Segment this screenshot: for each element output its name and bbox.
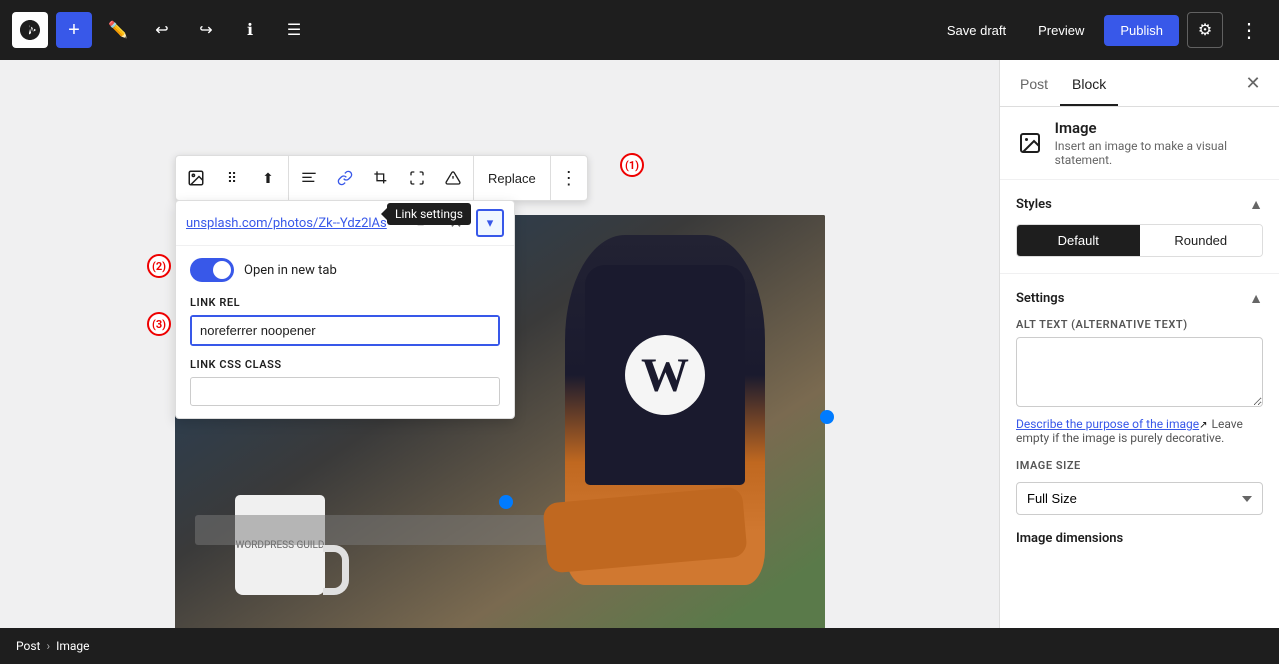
settings-header: Settings ▲ — [1016, 290, 1263, 306]
alt-text-footer: Describe the purpose of the image↗Leave … — [1016, 417, 1263, 445]
image-dimensions-heading: Image dimensions — [1016, 531, 1263, 546]
image-toolbar-icon[interactable] — [178, 158, 214, 198]
publish-button[interactable]: Publish — [1104, 15, 1179, 46]
link-popover: unsplash.com/photos/Zk--Ydz2lAs ✏ ✕ ▾ Op… — [175, 200, 515, 419]
block-description: Insert an image to make a visual stateme… — [1055, 139, 1263, 167]
settings-heading: Settings — [1016, 291, 1064, 306]
link-settings-panel: Open in new tab LINK REL LINK CSS CLASS — [176, 246, 514, 418]
image-size-section: IMAGE SIZE Full Size — [1016, 459, 1263, 515]
annotation-1: (1) — [620, 153, 644, 177]
block-toolbar: ⠿ ⬆ Replace — [175, 155, 588, 201]
link-css-heading: LINK CSS CLASS — [190, 358, 500, 371]
editor-area: ⠿ ⬆ Replace — [0, 60, 999, 664]
styles-collapse-button[interactable]: ▲ — [1249, 196, 1263, 212]
link-rel-input-wrapper — [190, 315, 500, 346]
external-link-icon: ↗ — [1199, 420, 1207, 431]
block-title: Image — [1055, 119, 1263, 137]
link-css-input[interactable] — [190, 377, 500, 406]
tab-block[interactable]: Block — [1060, 60, 1118, 106]
styles-section: Styles ▲ Default Rounded — [1000, 180, 1279, 274]
link-settings-tooltip: Link settings — [387, 203, 471, 225]
alt-text-field[interactable] — [1016, 337, 1263, 407]
link-rel-input[interactable] — [192, 317, 498, 344]
image-size-select[interactable]: Full Size — [1016, 482, 1263, 515]
resize-handle-bottom[interactable] — [499, 495, 513, 509]
topbar: W + ✏️ ↩ ↪ ℹ ☰ Save draft Preview Publis… — [0, 0, 1279, 60]
replace-button[interactable]: Replace — [476, 158, 548, 198]
breadcrumb-post[interactable]: Post — [16, 639, 40, 653]
preview-button[interactable]: Preview — [1026, 17, 1096, 44]
block-icon — [1016, 127, 1045, 159]
redo-button[interactable]: ↪ — [188, 12, 224, 48]
resize-handle-right[interactable] — [820, 410, 834, 424]
crop-button[interactable] — [363, 158, 399, 198]
tab-post[interactable]: Post — [1008, 60, 1060, 106]
more-options-button[interactable]: ⋮ — [1231, 12, 1267, 48]
link-settings-toggle-button[interactable]: ▾ — [476, 209, 504, 237]
open-new-tab-label: Open in new tab — [244, 263, 337, 278]
list-view-button[interactable]: ☰ — [276, 12, 312, 48]
settings-section: Settings ▲ ALT TEXT (ALTERNATIVE TEXT) D… — [1000, 274, 1279, 562]
style-rounded-button[interactable]: Rounded — [1140, 225, 1263, 256]
open-new-tab-row: Open in new tab — [190, 258, 500, 282]
image-size-label: IMAGE SIZE — [1016, 459, 1263, 472]
warning-button[interactable] — [435, 158, 471, 198]
edit-button[interactable]: ✏️ — [100, 12, 136, 48]
breadcrumb-image: Image — [56, 639, 89, 653]
drag-handle[interactable]: ⠿ — [214, 158, 250, 198]
toolbar-group-replace: Replace — [474, 156, 551, 200]
undo-button[interactable]: ↩ — [144, 12, 180, 48]
alt-text-label: ALT TEXT (ALTERNATIVE TEXT) — [1016, 318, 1263, 331]
alt-text-link[interactable]: Describe the purpose of the image — [1016, 417, 1199, 431]
link-rel-heading: LINK REL — [190, 296, 500, 309]
sidebar-tabs: Post Block ✕ — [1000, 60, 1279, 107]
styles-header: Styles ▲ — [1016, 196, 1263, 212]
breadcrumb-separator: › — [46, 639, 50, 653]
block-info-header: Image Insert an image to make a visual s… — [1000, 107, 1279, 180]
add-block-button[interactable]: + — [56, 12, 92, 48]
topbar-right: Save draft Preview Publish ⚙ ⋮ — [935, 12, 1267, 48]
save-draft-button[interactable]: Save draft — [935, 17, 1018, 44]
move-up-down[interactable]: ⬆ — [250, 158, 286, 198]
toolbar-group-image: ⠿ ⬆ — [176, 156, 289, 200]
more-block-options-button[interactable]: ⋮ — [551, 158, 587, 198]
link-url-text[interactable]: unsplash.com/photos/Zk--Ydz2lAs — [186, 216, 402, 231]
sidebar-close-button[interactable]: ✕ — [1235, 65, 1271, 101]
open-new-tab-toggle[interactable] — [190, 258, 234, 282]
annotation-3: (3) — [147, 312, 171, 336]
settings-collapse-button[interactable]: ▲ — [1249, 290, 1263, 306]
wp-logo: W — [12, 12, 48, 48]
align-button[interactable] — [291, 158, 327, 198]
styles-heading: Styles — [1016, 197, 1052, 212]
style-button-group: Default Rounded — [1016, 224, 1263, 257]
toolbar-group-align — [289, 156, 474, 200]
expand-button[interactable] — [399, 158, 435, 198]
main-area: ⠿ ⬆ Replace — [0, 60, 1279, 664]
link-button[interactable] — [327, 158, 363, 198]
block-info-text: Image Insert an image to make a visual s… — [1055, 119, 1263, 167]
breadcrumb: Post › Image — [0, 628, 1279, 664]
style-default-button[interactable]: Default — [1017, 225, 1140, 256]
svg-text:W: W — [25, 24, 35, 37]
annotation-2: (2) — [147, 254, 171, 278]
right-sidebar: Post Block ✕ Image Insert an image to ma… — [999, 60, 1279, 664]
settings-button[interactable]: ⚙ — [1187, 12, 1223, 48]
info-button[interactable]: ℹ — [232, 12, 268, 48]
